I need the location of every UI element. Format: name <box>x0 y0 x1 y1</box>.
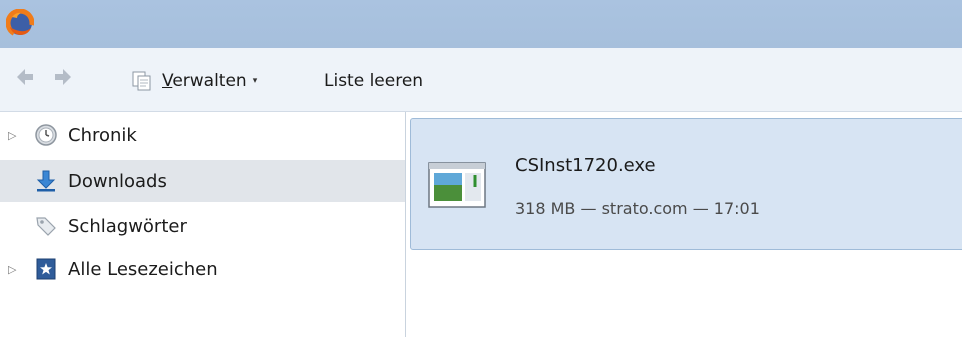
organize-label-rest: erwalten <box>172 71 247 91</box>
expand-triangle-icon[interactable]: ▷ <box>8 129 16 142</box>
places-sidebar: ▷ Chronik Downloads Schlagwörter ▷ Alle … <box>0 112 406 337</box>
sidebar-item-chronik[interactable]: ▷ Chronik <box>0 114 405 156</box>
organize-label: Verwalten <box>162 71 247 91</box>
download-item[interactable]: CSInst1720.exe 318 MB — strato.com — 17:… <box>410 118 962 250</box>
sidebar-item-schlagwoerter[interactable]: Schlagwörter <box>0 205 405 247</box>
exe-file-icon <box>428 162 486 208</box>
sidebar-item-downloads[interactable]: Downloads <box>0 160 405 202</box>
clear-list-label: Liste leeren <box>324 71 424 91</box>
forward-arrow-icon <box>55 69 71 85</box>
expand-triangle-icon[interactable]: ▷ <box>8 263 16 276</box>
title-bar <box>0 0 962 48</box>
history-clock-icon <box>35 124 57 146</box>
sidebar-item-alle-lesezeichen[interactable]: ▷ Alle Lesezeichen <box>0 248 405 290</box>
sidebar-item-label: Alle Lesezeichen <box>68 258 218 280</box>
back-arrow-icon <box>17 69 33 85</box>
sidebar-item-label: Chronik <box>68 124 137 146</box>
bookmark-star-icon <box>36 258 56 280</box>
organize-menu-button[interactable]: Verwalten ▾ <box>130 68 257 94</box>
download-status: 318 MB — strato.com — 17:01 <box>515 199 760 218</box>
back-button[interactable] <box>14 66 36 88</box>
copy-icon <box>132 71 151 91</box>
toolbar: Verwalten ▾ Liste leeren <box>0 48 962 112</box>
download-arrow-icon <box>36 170 56 192</box>
sidebar-item-label: Schlagwörter <box>68 215 187 237</box>
firefox-icon[interactable] <box>6 9 34 37</box>
chevron-down-icon: ▾ <box>252 76 258 86</box>
downloads-list: CSInst1720.exe 318 MB — strato.com — 17:… <box>406 112 962 337</box>
download-filename: CSInst1720.exe <box>515 155 656 176</box>
organize-accesskey: V <box>162 71 173 91</box>
sidebar-item-label: Downloads <box>68 170 167 192</box>
tag-icon <box>36 217 56 236</box>
forward-button[interactable] <box>52 66 74 88</box>
clear-list-button[interactable]: Liste leeren <box>324 68 423 94</box>
